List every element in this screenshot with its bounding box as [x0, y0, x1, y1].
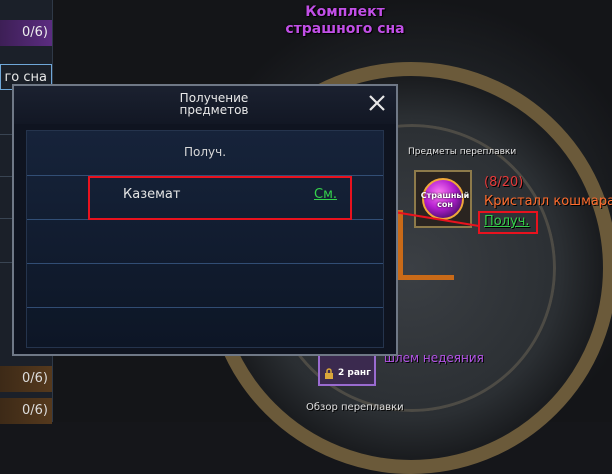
material-count: (8/20) — [484, 175, 524, 190]
set-title: Комплект страшного сна — [270, 4, 420, 38]
highlight-box-obtain — [478, 211, 538, 234]
popup-title: Получение предметов — [144, 92, 284, 116]
set-list-item[interactable]: 0/6) — [0, 366, 52, 392]
helm-name: шлем недеяния — [384, 351, 484, 365]
set-title-line2: страшного сна — [285, 21, 405, 37]
set-list-item-label: 0/6) — [22, 403, 48, 418]
divider — [27, 263, 383, 264]
close-icon[interactable] — [366, 92, 388, 114]
item-icon-text: Страшный сон — [420, 191, 470, 209]
obtain-items-popup: Получение предметов Получ. Каземат См. — [12, 84, 398, 356]
set-title-line1: Комплект — [305, 4, 385, 20]
lock-icon — [325, 368, 333, 379]
set-list-item-label: го сна — [4, 70, 47, 85]
material-item-slot[interactable]: Страшный сон — [414, 170, 472, 228]
popup-body: Получ. — [26, 130, 384, 348]
materials-label: Предметы переплавки — [408, 147, 517, 157]
highlight-box-source — [88, 176, 352, 220]
set-list-item-label: 0/6) — [22, 25, 48, 40]
smelting-overview-label[interactable]: Обзор переплавки — [306, 402, 404, 413]
set-list-item[interactable]: 0/6) — [0, 398, 52, 424]
material-name: Кристалл кошмара — [484, 194, 612, 209]
set-list-item-label: 0/6) — [22, 371, 48, 386]
obtain-heading: Получ. — [183, 145, 227, 159]
divider — [27, 307, 383, 308]
set-list-item[interactable]: 0/6) — [0, 20, 52, 46]
popup-title-line2: предметов — [179, 103, 249, 117]
helm-rank: 2 ранг — [338, 368, 371, 378]
popup-header: Получение предметов — [14, 86, 396, 124]
